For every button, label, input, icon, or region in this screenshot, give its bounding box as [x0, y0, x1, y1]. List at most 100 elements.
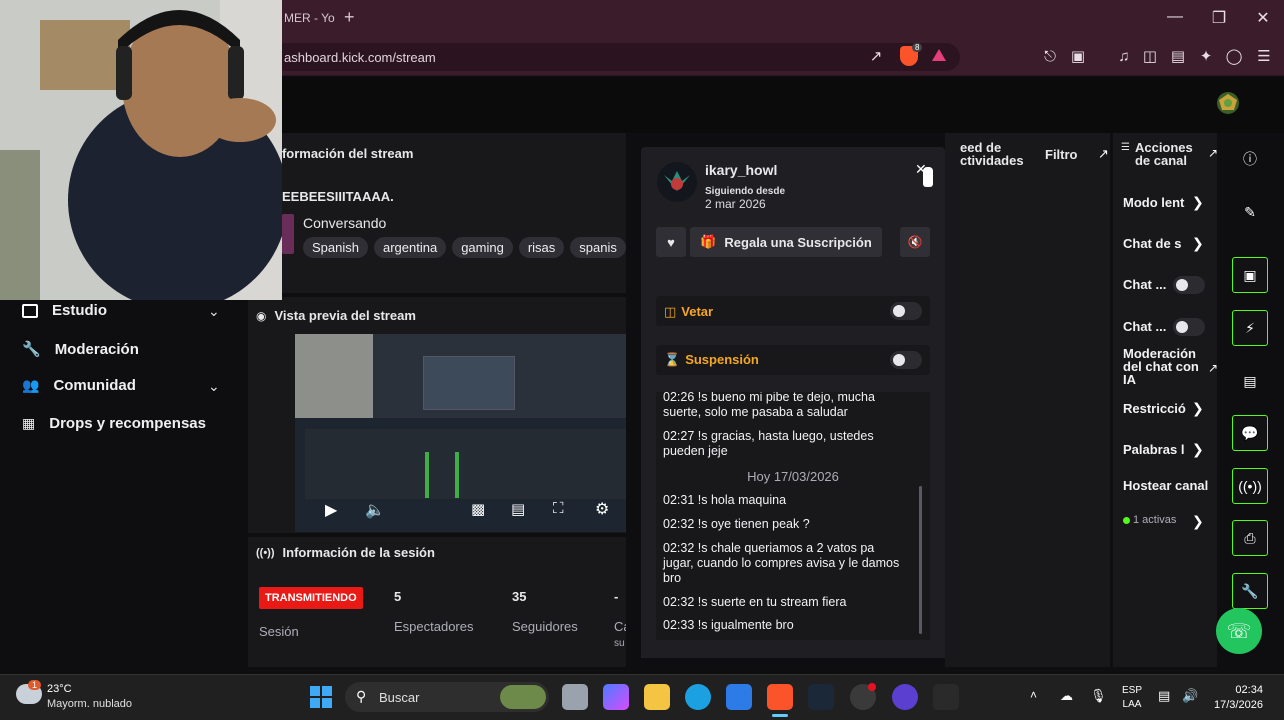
edge-icon[interactable]	[685, 684, 711, 710]
tag-list: Spanish argentina gaming risas spanis	[303, 237, 626, 258]
epic-games-icon[interactable]	[933, 684, 959, 710]
mute-icon[interactable]: 🔇	[900, 227, 930, 257]
edit-icon[interactable]: ✎	[1232, 194, 1268, 230]
avatar[interactable]	[1214, 90, 1242, 116]
sidebar-item-community[interactable]: 👥 Comunidad	[22, 377, 136, 394]
action-host-channel[interactable]: Hostear canal	[1123, 478, 1208, 493]
heart-icon[interactable]: ♥	[656, 227, 686, 257]
chevron-right-icon[interactable]: ❯	[1192, 400, 1204, 417]
action-chat-mode[interactable]: Chat de s	[1123, 236, 1187, 251]
share-icon[interactable]: ↗	[866, 47, 886, 67]
weather-temp[interactable]: 23°C	[47, 683, 72, 695]
tag[interactable]: spanis	[570, 237, 626, 258]
video-player[interactable]: ▶ 🔈 ▩ ▤ ⛶ ⚙	[295, 334, 626, 532]
sidebar-item-studio[interactable]: Estudio	[22, 302, 107, 319]
chevron-down-icon[interactable]: ⌄	[208, 303, 220, 320]
external-link-icon[interactable]: ↗	[1208, 361, 1218, 375]
tag[interactable]: Spanish	[303, 237, 368, 258]
tag[interactable]: argentina	[373, 237, 447, 258]
ban-toggle[interactable]	[890, 302, 922, 320]
sidebar-item-moderation[interactable]: 🔧 Moderación	[22, 340, 139, 359]
action-banned-words[interactable]: Palabras l	[1123, 442, 1187, 457]
extensions-icon[interactable]: ⎋	[1040, 47, 1060, 67]
language-indicator[interactable]: ESP LAA	[1122, 684, 1142, 712]
fullscreen-icon[interactable]: ⛶	[553, 500, 564, 517]
timeout-toggle[interactable]	[890, 351, 922, 369]
wallet-icon[interactable]: ▤	[1168, 47, 1188, 67]
browser-tab-title[interactable]: MER - Yo	[284, 11, 335, 25]
network-icon[interactable]: ▤	[1158, 688, 1170, 704]
windows-start-icon[interactable]	[310, 686, 332, 708]
channel-actions-heading: ☰ Acciones de canal	[1121, 141, 1193, 167]
chat-time: 02:31	[663, 493, 695, 507]
category-name[interactable]: Conversando	[303, 215, 386, 231]
volume-icon[interactable]: 🔈	[365, 500, 385, 520]
tag[interactable]: gaming	[452, 237, 513, 258]
popout-icon[interactable]: ↗	[1098, 146, 1109, 162]
clip-icon[interactable]: ▣	[1232, 257, 1268, 293]
chat-bubble-icon[interactable]: 💬	[1232, 415, 1268, 451]
wrench-icon[interactable]: 🔧	[1232, 573, 1268, 609]
file-explorer-icon[interactable]	[644, 684, 670, 710]
task-view-icon[interactable]	[562, 684, 588, 710]
printer-icon[interactable]: ⎙	[1232, 520, 1268, 556]
gift-subscription-button[interactable]: 🎁 Regala una Suscripción	[690, 227, 882, 257]
chevron-down-icon[interactable]: ⌄	[208, 378, 220, 395]
chat-toggle-2[interactable]	[1173, 318, 1205, 336]
chat-toggle-1[interactable]	[1173, 276, 1205, 294]
tag[interactable]: risas	[518, 237, 565, 258]
screenshot-icon[interactable]: ▣	[1068, 47, 1088, 67]
onedrive-icon[interactable]: ☁	[1060, 688, 1073, 704]
brave-rewards-icon[interactable]	[932, 49, 946, 61]
action-ai-moderation[interactable]: Moderación del chat con IA	[1123, 347, 1211, 386]
new-tab-button[interactable]: +	[344, 7, 355, 28]
volume-icon[interactable]: 🔊	[1182, 688, 1198, 704]
sidebar-item-drops[interactable]: ▦ Drops y recompensas	[22, 415, 206, 432]
settings-gear-icon[interactable]: ⚙	[595, 499, 609, 519]
copilot-icon[interactable]	[603, 684, 629, 710]
active-count[interactable]: 1 activas	[1123, 514, 1176, 526]
microphone-icon[interactable]: 🎙	[1090, 688, 1107, 704]
chat-text: !s oye tienen peak ?	[697, 517, 810, 531]
live-badge: TRANSMITIENDO	[259, 587, 363, 609]
chat-scrollbar[interactable]	[919, 486, 922, 634]
action-slow-mode[interactable]: Modo lent	[1123, 195, 1187, 210]
chevron-right-icon[interactable]: ❯	[1192, 513, 1204, 530]
pip-icon[interactable]: ▩	[471, 500, 485, 518]
store-icon[interactable]	[726, 684, 752, 710]
username[interactable]: ikary_howl	[705, 162, 777, 178]
vpn-icon[interactable]: ◯	[1224, 47, 1244, 67]
leo-ai-icon[interactable]: ✦	[1196, 47, 1216, 67]
play-icon[interactable]: ▶	[325, 500, 337, 520]
action-restrictions[interactable]: Restricció	[1123, 401, 1187, 416]
sidebar-item-label: Comunidad	[53, 377, 136, 394]
app-icon[interactable]	[892, 684, 918, 710]
ban-label: ◫ Vetar	[664, 304, 713, 320]
music-icon[interactable]: ♫	[1114, 47, 1134, 67]
notes-icon[interactable]: ▤	[1232, 363, 1268, 399]
chevron-up-icon[interactable]: ˄	[1030, 688, 1037, 702]
filter-button[interactable]: Filtro	[1045, 147, 1078, 162]
popout-icon[interactable]: ↗	[1208, 146, 1218, 160]
theater-icon[interactable]: ▤	[511, 500, 525, 518]
support-chat-button[interactable]: ☏	[1216, 608, 1262, 654]
steam-icon[interactable]	[808, 684, 834, 710]
user-chat-history[interactable]: 02:26 !s bueno mi pibe te dejo, mucha su…	[656, 392, 930, 640]
weather-description[interactable]: Mayorm. nublado	[47, 698, 132, 710]
info-icon[interactable]: ⓘ	[1232, 141, 1268, 177]
maximize-icon[interactable]: ❐	[1204, 8, 1234, 28]
broadcast-icon[interactable]: ((•))	[1232, 468, 1268, 504]
brave-browser-icon[interactable]	[767, 684, 793, 710]
extra-stat-label-2: su	[614, 638, 625, 649]
clock[interactable]: 02:34 17/3/2026	[1214, 683, 1263, 713]
lightning-icon[interactable]: ⚡	[1232, 310, 1268, 346]
close-window-icon[interactable]: ✕	[1248, 8, 1278, 28]
chevron-right-icon[interactable]: ❯	[1192, 235, 1204, 252]
minimize-icon[interactable]: —	[1160, 8, 1190, 26]
menu-icon[interactable]: ☰	[1254, 47, 1274, 67]
chevron-right-icon[interactable]: ❯	[1192, 441, 1204, 458]
chevron-right-icon[interactable]: ❯	[1192, 194, 1204, 211]
avatar[interactable]	[656, 161, 698, 203]
url-text[interactable]: ashboard.kick.com/stream	[284, 50, 436, 65]
sidebar-toggle-icon[interactable]: ◫	[1140, 47, 1160, 67]
